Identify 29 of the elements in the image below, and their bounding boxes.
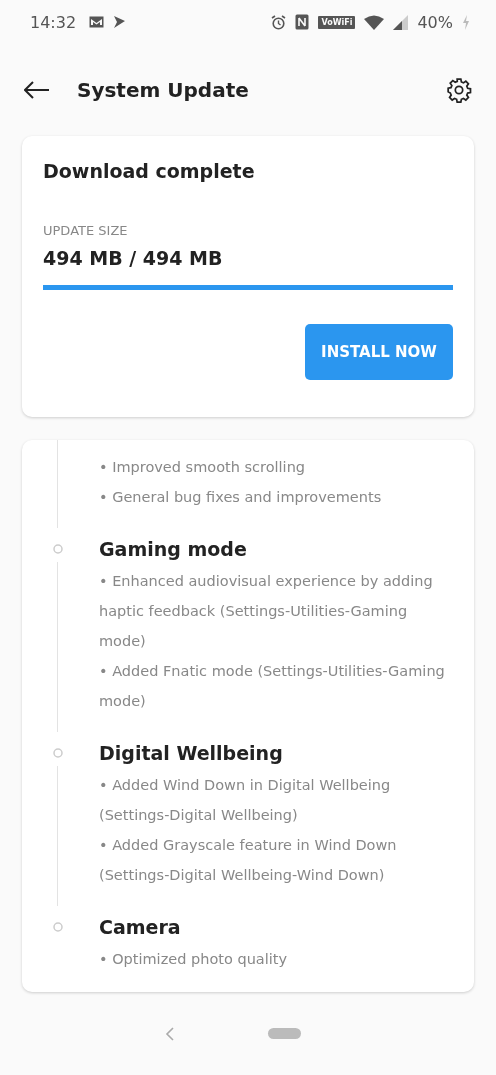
- wifi-icon: [364, 14, 385, 30]
- section-heading: Digital Wellbeing: [99, 741, 284, 766]
- status-time: 14:32: [30, 12, 77, 32]
- wifi-calling-badge: VoWiFi: [318, 15, 356, 29]
- section-heading: Gaming mode: [99, 537, 248, 562]
- change-item: • Optimized photo quality: [99, 950, 288, 969]
- change-item: • Added Grayscale feature in Wind Down (Settings-Digital Wellbeing-Wind Down): [99, 836, 398, 885]
- nfc-icon: [295, 14, 310, 30]
- battery-level: 40%: [417, 12, 453, 32]
- timeline-dot: [53, 748, 63, 758]
- size-label: UPDATE SIZE: [43, 223, 129, 238]
- settings-icon[interactable]: [446, 77, 472, 103]
- charging-icon: [462, 14, 470, 30]
- install-button[interactable]: INSTALL NOW: [305, 324, 453, 380]
- change-item: • Added Wind Down in Digital Wellbeing (Settings-Digital Wellbeing): [99, 776, 392, 825]
- back-icon[interactable]: [24, 81, 50, 99]
- change-item: • Added Fnatic mode (Settings-Utilities-Gaming mode): [99, 662, 446, 711]
- change-item: • Enhanced audiovisual experience by adding haptic feedback (Settings-Utilities-Gaming mode): [99, 572, 434, 651]
- mail-icon: [89, 16, 105, 28]
- download-status: Download complete: [43, 160, 256, 182]
- alarm-icon: [271, 14, 287, 30]
- timeline-dot: [53, 544, 63, 554]
- change-item: • Improved smooth scrolling: [99, 458, 307, 477]
- section-heading: Camera: [99, 915, 182, 940]
- page-title: System Update: [77, 78, 249, 102]
- timeline-dot: [53, 922, 63, 932]
- signal-icon: [393, 14, 409, 30]
- change-item: • General bug fixes and improvements: [99, 488, 382, 507]
- size-value: 494 MB / 494 MB: [43, 247, 224, 269]
